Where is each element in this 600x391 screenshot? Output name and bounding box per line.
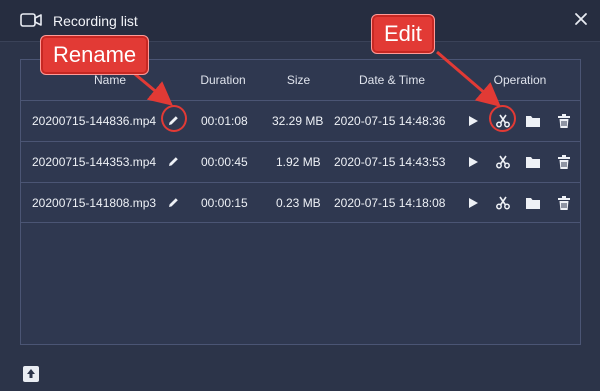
file-name: 20200715-144836.mp4 [32, 114, 157, 128]
pencil-icon[interactable] [167, 114, 180, 127]
upload-button[interactable] [23, 366, 39, 382]
recording-table: Name Duration Size Date & Time Operation… [20, 59, 581, 345]
pencil-icon[interactable] [167, 155, 180, 168]
column-header-size: Size [286, 73, 311, 87]
date-time: 2020-07-15 14:48:36 [334, 114, 446, 128]
table-row[interactable]: 20200715-144353.mp4 00:00:45 1.92 MB 202… [21, 141, 580, 182]
folder-icon[interactable] [525, 113, 541, 129]
play-icon[interactable] [465, 113, 481, 129]
play-icon[interactable] [465, 154, 481, 170]
table-row[interactable]: 20200715-144836.mp4 00:01:08 32.29 MB 20… [21, 100, 580, 141]
table-row[interactable]: 20200715-141808.mp3 00:00:15 0.23 MB 202… [21, 182, 580, 223]
column-header-name: Name [93, 73, 126, 87]
folder-icon[interactable] [525, 154, 541, 170]
trash-icon[interactable] [556, 154, 572, 170]
column-header-datetime: Date & Time [358, 73, 426, 87]
file-size: 1.92 MB [276, 155, 321, 169]
window-title: Recording list [53, 13, 138, 29]
play-icon[interactable] [465, 195, 481, 211]
column-header-operation: Operation [493, 73, 547, 87]
date-time: 2020-07-15 14:18:08 [334, 196, 446, 210]
trash-icon[interactable] [556, 195, 572, 211]
file-size: 32.29 MB [272, 114, 324, 128]
video-camera-icon [20, 13, 42, 27]
duration: 00:00:45 [201, 155, 248, 169]
date-time: 2020-07-15 14:43:53 [334, 155, 446, 169]
scissors-icon[interactable] [495, 195, 511, 211]
duration: 00:00:15 [201, 196, 248, 210]
upload-icon [27, 369, 35, 378]
column-header-duration: Duration [200, 73, 246, 87]
file-name: 20200715-144353.mp4 [32, 155, 157, 169]
scissors-icon[interactable] [495, 113, 511, 129]
trash-icon[interactable] [556, 113, 572, 129]
close-icon[interactable] [570, 8, 592, 30]
file-name: 20200715-141808.mp3 [32, 196, 157, 210]
pencil-icon[interactable] [167, 196, 180, 209]
edit-callout: Edit [371, 14, 435, 54]
folder-icon[interactable] [525, 195, 541, 211]
file-size: 0.23 MB [276, 196, 321, 210]
scissors-icon[interactable] [495, 154, 511, 170]
duration: 00:01:08 [201, 114, 248, 128]
rename-callout: Rename [40, 35, 150, 75]
